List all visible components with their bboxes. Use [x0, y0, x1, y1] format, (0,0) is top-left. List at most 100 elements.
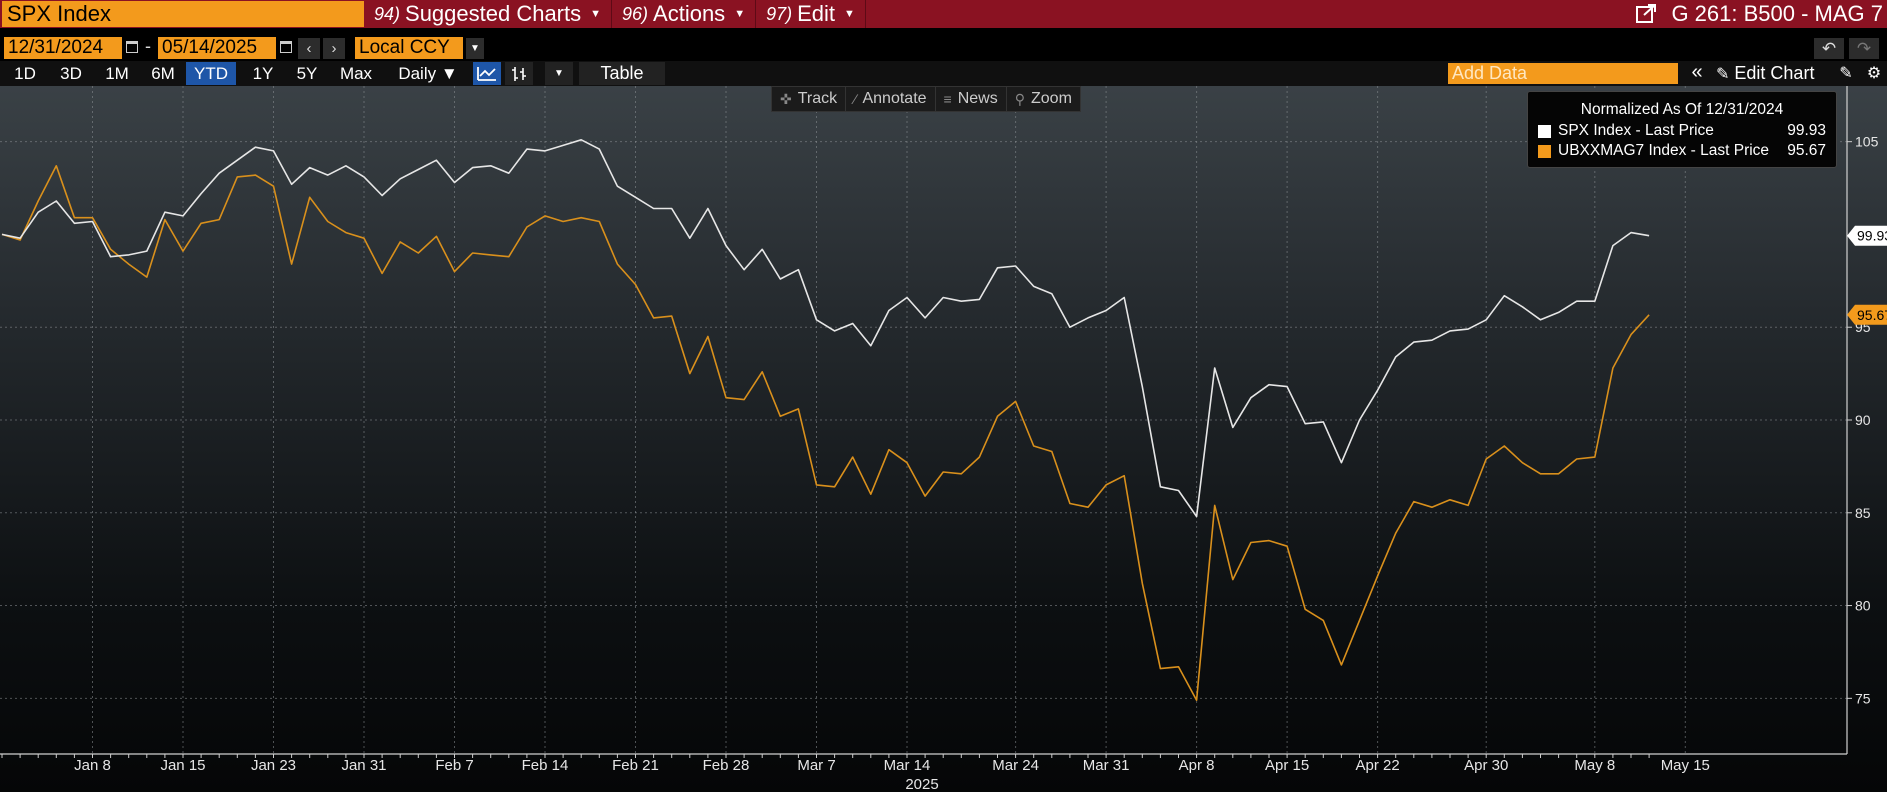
x-tick-label: May 8 [1574, 757, 1615, 774]
x-tick-label: Mar 14 [884, 757, 931, 774]
currency-dropdown-button[interactable]: ▼ [466, 38, 484, 59]
command-bar: SPX Index 94) Suggested Charts ▼ 96) Act… [0, 0, 1887, 28]
start-date-field[interactable]: 12/31/2024 [4, 37, 122, 59]
edit-style-icon[interactable]: ✎ [1834, 62, 1858, 85]
range-ytd-button[interactable]: YTD [186, 62, 236, 85]
chart-tools: ✜ Track ∕ Annotate ≡ News ⚲ Zoom [771, 86, 1081, 112]
x-tick-label: Feb 21 [612, 757, 659, 774]
chart-background [0, 86, 1887, 792]
tool-label: Track [797, 90, 838, 107]
redo-button[interactable]: ↷ [1849, 38, 1879, 59]
menu-label: Suggested Charts [405, 1, 582, 26]
pencil-icon: ✎ [1716, 66, 1730, 83]
legend-series-value: 99.93 [1787, 122, 1826, 139]
external-link-icon[interactable] [1635, 4, 1657, 24]
x-tick-label: Apr 8 [1179, 757, 1215, 774]
range-1y-button[interactable]: 1Y [244, 62, 282, 85]
previous-period-button[interactable]: ‹ [298, 38, 320, 59]
price-chart[interactable]: Jan 8 Jan 15 Jan 23 Jan 31 Feb 7 Feb 14 Feb 21… [0, 86, 1887, 792]
x-tick-label: Jan 23 [251, 757, 296, 774]
chevron-down-icon[interactable]: ▼ [545, 62, 573, 85]
chart-legend[interactable]: Normalized As Of 12/31/2024 SPX Index - … [1527, 91, 1837, 168]
legend-item-spx[interactable]: SPX Index - Last Price 99.93 [1538, 122, 1826, 141]
x-tick-label: Jan 8 [74, 757, 111, 774]
tool-label: Annotate [862, 90, 927, 107]
x-tick-label: Feb 7 [435, 757, 473, 774]
calendar-icon[interactable] [126, 41, 138, 53]
suggested-charts-menu[interactable]: 94) Suggested Charts ▼ [364, 0, 613, 28]
spx-last-value-tag: 99.93 [1847, 225, 1887, 246]
mag7-last-value-tag: 95.67 [1847, 304, 1887, 325]
chart-toolbar: 1D 3D 1M 6M YTD 1Y 5Y Max Daily ▼ ▼ Tabl… [0, 61, 1887, 86]
x-tick-label: Apr 15 [1265, 757, 1309, 774]
y-tick-label: 90 [1855, 412, 1871, 428]
calendar-icon[interactable] [280, 41, 292, 53]
chevron-down-icon: ▼ [590, 8, 602, 20]
x-tick-label: Jan 15 [160, 757, 205, 774]
edit-menu[interactable]: 97) Edit ▼ [756, 0, 866, 28]
legend-series-value: 95.67 [1787, 142, 1826, 159]
legend-swatch [1538, 125, 1551, 138]
bar-chart-icon[interactable] [505, 62, 533, 85]
edit-chart-label: Edit Chart [1734, 63, 1815, 83]
menu-number: 94) [374, 3, 401, 24]
range-6m-button[interactable]: 6M [144, 62, 182, 85]
last-value-tag-text: 99.93 [1857, 228, 1887, 244]
range-3d-button[interactable]: 3D [52, 62, 90, 85]
gear-icon[interactable]: ⚙ [1862, 62, 1886, 85]
y-tick-label: 80 [1855, 598, 1871, 614]
legend-title: Normalized As Of 12/31/2024 [1580, 101, 1784, 118]
table-button[interactable]: Table [579, 62, 665, 85]
actions-menu[interactable]: 96) Actions ▼ [612, 0, 757, 28]
date-separator: - [145, 36, 151, 56]
x-tick-label: Feb 14 [522, 757, 569, 774]
line-chart-icon[interactable] [473, 62, 501, 85]
crosshair-icon: ✜ [780, 90, 792, 107]
x-tick-label: Jan 31 [341, 757, 386, 774]
y-tick-label: 75 [1855, 690, 1871, 706]
date-controls: 12/31/2024 - 05/14/2025 ‹ › Local CCY ▼ … [0, 35, 1887, 61]
chart-id-area: G 261: B500 - MAG 7 [1635, 0, 1883, 28]
pencil-icon: ∕ [854, 91, 857, 107]
currency-select[interactable]: Local CCY [355, 37, 463, 59]
search-icon: ⚲ [1014, 90, 1025, 107]
x-tick-label: Apr 30 [1464, 757, 1508, 774]
undo-button[interactable]: ↶ [1814, 38, 1844, 59]
tool-label: News [957, 90, 998, 107]
track-tool[interactable]: ✜ Track [772, 87, 847, 111]
x-tick-label: Mar 7 [797, 757, 835, 774]
legend-series-name: SPX Index - Last Price [1558, 122, 1714, 139]
menu-label: Edit [797, 1, 836, 26]
frequency-select[interactable]: Daily ▼ [388, 62, 468, 85]
range-max-button[interactable]: Max [333, 62, 379, 85]
range-1m-button[interactable]: 1M [98, 62, 136, 85]
menu-number: 96) [622, 3, 649, 24]
legend-series-name: UBXXMAG7 Index - Last Price [1558, 142, 1770, 159]
zoom-tool[interactable]: ⚲ Zoom [1007, 87, 1080, 111]
end-date-field[interactable]: 05/14/2025 [158, 37, 276, 59]
add-data-input[interactable]: Add Data [1448, 63, 1678, 84]
x-year-label: 2025 [905, 776, 938, 792]
news-icon: ≡ [943, 91, 952, 107]
chevron-down-icon: ▼ [734, 8, 746, 20]
legend-item-mag7[interactable]: UBXXMAG7 Index - Last Price 95.67 [1538, 142, 1826, 161]
x-tick-label: Feb 28 [703, 757, 750, 774]
news-tool[interactable]: ≡ News [936, 87, 1007, 111]
menu-label: Actions [653, 1, 726, 26]
collapse-icon[interactable]: « [1683, 62, 1711, 85]
annotate-tool[interactable]: ∕ Annotate [846, 87, 936, 111]
chart-area: Jan 8 Jan 15 Jan 23 Jan 31 Feb 7 Feb 14 Feb 21… [0, 86, 1887, 792]
x-tick-label: Mar 31 [1083, 757, 1130, 774]
last-value-tag-text: 95.67 [1857, 307, 1887, 323]
chevron-down-icon: ▼ [844, 8, 855, 20]
menu-number: 97) [766, 3, 793, 24]
next-period-button[interactable]: › [323, 38, 345, 59]
y-tick-label: 85 [1855, 505, 1871, 521]
security-input[interactable]: SPX Index [2, 1, 364, 27]
chart-id: G 261: B500 - MAG 7 [1671, 1, 1883, 26]
tool-label: Zoom [1031, 90, 1072, 107]
range-5y-button[interactable]: 5Y [288, 62, 326, 85]
edit-chart-button[interactable]: ✎ Edit Chart [1716, 62, 1814, 85]
x-tick-label: Mar 24 [992, 757, 1039, 774]
range-1d-button[interactable]: 1D [6, 62, 44, 85]
